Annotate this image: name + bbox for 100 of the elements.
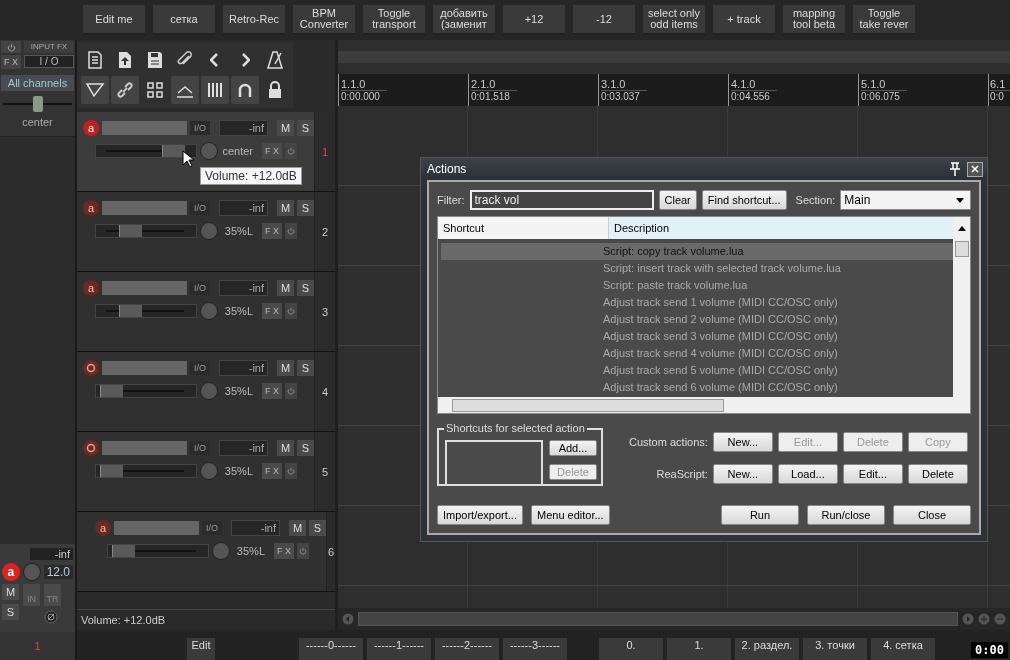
section-dropdown[interactable]: Main [840, 190, 971, 210]
io-button[interactable]: I/O [190, 281, 210, 295]
record-button[interactable]: a [95, 520, 111, 536]
action-row[interactable]: Script: paste track volume.lua [441, 277, 953, 294]
track-name-field[interactable] [102, 441, 187, 455]
ramp-tool-button[interactable] [171, 76, 199, 104]
pan-knob[interactable] [200, 382, 218, 400]
solo-button[interactable]: S [297, 280, 314, 296]
volume-fader[interactable] [95, 384, 197, 398]
solo-button[interactable]: S [309, 520, 326, 536]
add-button[interactable]: Add... [549, 440, 597, 456]
fx-button[interactable]: F X [262, 463, 282, 479]
scroll-right-icon[interactable] [962, 613, 974, 625]
track-name-field[interactable] [114, 521, 199, 535]
pin-icon[interactable] [949, 162, 961, 176]
toolbar-button[interactable]: 1. [667, 638, 731, 660]
zoom-out-icon[interactable] [994, 613, 1006, 625]
toolbar-button[interactable]: ------1------ [367, 638, 431, 660]
action-row[interactable]: Adjust track send 6 volume (MIDI CC/OSC only) [441, 379, 953, 396]
track-name-field[interactable] [102, 201, 187, 215]
toolbar-button[interactable]: сетка [153, 5, 215, 35]
mute-button[interactable]: M [289, 520, 306, 536]
solo-button[interactable]: S [297, 360, 314, 376]
io-button[interactable]: I/O [190, 361, 210, 375]
phase-icon[interactable] [44, 610, 58, 624]
toolbar-button[interactable]: Toggle transport [363, 5, 425, 35]
link-tool-button[interactable] [111, 76, 139, 104]
clear-button[interactable]: Clear [658, 190, 697, 210]
toolbar-button[interactable]: добавить (заменит [433, 5, 495, 35]
run-button[interactable]: Run [721, 505, 799, 525]
pan-knob[interactable] [200, 142, 218, 160]
action-row[interactable]: Adjust track send 2 volume (MIDI CC/OSC only) [441, 311, 953, 328]
menu-editor-button[interactable]: Menu editor... [531, 505, 610, 525]
power-button[interactable] [285, 143, 297, 159]
action-row[interactable]: Script: copy track volume.lua [441, 243, 953, 260]
toolbar-button[interactable]: 4. сетка [871, 638, 935, 660]
record-button[interactable]: a [83, 120, 99, 136]
close-button[interactable] [967, 161, 983, 177]
toolbar-button[interactable]: + track [713, 5, 775, 35]
toolbar-button[interactable]: Retro-Rec [223, 5, 285, 35]
fx-button[interactable]: F X [262, 303, 282, 319]
column-header[interactable]: Description [609, 217, 953, 239]
io-button[interactable]: I/O [190, 441, 210, 455]
action-row[interactable]: Adjust track send 5 volume (MIDI CC/OSC only) [441, 362, 953, 379]
mute-button[interactable]: M [277, 360, 294, 376]
track-panel[interactable]: I/O -inf M S 35%L F X 5 [77, 432, 335, 512]
track-name-field[interactable] [102, 281, 187, 295]
power-button[interactable] [1, 41, 21, 53]
track-panel[interactable]: a I/O -inf M S 35%L F X 6 [77, 512, 335, 592]
pan-knob[interactable] [200, 222, 218, 240]
action-row[interactable]: Adjust track send 1 volume (MIDI CC/OSC only) [441, 294, 953, 311]
toolbar-button[interactable]: BPM Converter [293, 5, 355, 35]
power-button[interactable] [297, 543, 309, 559]
track-panel[interactable]: I/O -inf M S 35%L F X 4 [77, 352, 335, 432]
import-export-button[interactable]: Import/export... [437, 505, 523, 525]
close-button[interactable]: Close [893, 505, 971, 525]
io-button[interactable]: I/O [190, 121, 210, 135]
toolbar-button[interactable]: ------0------ [299, 638, 363, 660]
custom-action-button[interactable]: New... [712, 431, 773, 452]
pan-knob[interactable] [212, 542, 230, 560]
channels-button[interactable]: All channels [1, 75, 74, 91]
toolbar-button[interactable]: Edit [187, 638, 215, 660]
power-button[interactable] [285, 383, 297, 399]
scroll-left-icon[interactable] [342, 613, 354, 625]
pan-knob[interactable] [200, 462, 218, 480]
find-shortcut-button[interactable]: Find shortcut... [701, 190, 787, 210]
reascript-button[interactable]: Delete [907, 464, 968, 485]
solo-button[interactable]: S [297, 120, 314, 136]
reascript-button[interactable]: Edit... [842, 464, 903, 485]
record-button[interactable]: a [2, 563, 20, 581]
track-name-field[interactable] [102, 361, 187, 375]
mute-button[interactable]: M [277, 120, 294, 136]
power-button[interactable] [285, 223, 297, 239]
volume-fader[interactable] [95, 464, 197, 478]
funnel-tool-button[interactable] [81, 76, 109, 104]
record-button[interactable] [83, 440, 99, 456]
mute-button[interactable]: M [2, 584, 19, 600]
solo-button[interactable]: S [297, 440, 314, 456]
fx-button[interactable]: F X [262, 143, 282, 159]
shortcuts-list[interactable] [445, 440, 543, 486]
reascript-button[interactable]: New... [712, 464, 773, 485]
record-button[interactable]: a [83, 280, 99, 296]
mute-button[interactable]: M [277, 280, 294, 296]
fx-button[interactable]: F X [262, 383, 282, 399]
bars-tool-button[interactable] [201, 76, 229, 104]
toolbar-button[interactable]: mapping tool beta [783, 5, 845, 35]
pan-knob[interactable] [200, 302, 218, 320]
scrollbar[interactable] [358, 612, 958, 626]
record-button[interactable]: a [83, 200, 99, 216]
vertical-scrollbar[interactable] [953, 239, 970, 397]
io-button[interactable]: I/O [202, 521, 222, 535]
action-row[interactable]: Adjust track send 3 volume (MIDI CC/OSC only) [441, 328, 953, 345]
toolbar-button[interactable]: select only odd items [643, 5, 705, 35]
toolbar-button[interactable]: 2. раздел. [735, 638, 799, 660]
filter-field[interactable]: track vol [469, 190, 654, 210]
volume-fader[interactable] [95, 304, 197, 318]
pan-slider[interactable] [3, 96, 72, 112]
toolbar-button[interactable]: Toggle take rever [853, 5, 915, 35]
volume-knob[interactable] [22, 563, 41, 581]
mute-button[interactable]: M [277, 200, 294, 216]
